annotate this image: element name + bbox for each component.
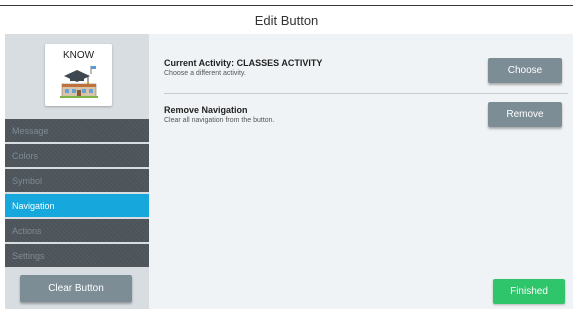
divider bbox=[164, 93, 568, 94]
sidebar-item-message[interactable]: Message bbox=[5, 119, 149, 142]
button-preview: KNOW bbox=[45, 44, 112, 106]
remove-button[interactable]: Remove bbox=[488, 102, 562, 127]
page-title: Edit Button bbox=[254, 12, 319, 28]
main-panel: Current Activity: CLASSES ACTIVITY Choos… bbox=[149, 34, 573, 309]
sidebar-item-symbol[interactable]: Symbol bbox=[5, 169, 149, 192]
button-preview-label: KNOW bbox=[62, 50, 95, 61]
sidebar-item-navigation[interactable]: Navigation bbox=[5, 194, 157, 217]
graduation-cap-school-icon bbox=[60, 66, 98, 98]
finished-button[interactable]: Finished bbox=[493, 279, 565, 304]
sidebar-item-actions[interactable]: Actions bbox=[5, 219, 149, 242]
choose-button[interactable]: Choose bbox=[488, 58, 562, 83]
sidebar-item-colors[interactable]: Colors bbox=[5, 144, 149, 167]
clear-button[interactable]: Clear Button bbox=[20, 275, 132, 302]
sidebar-item-settings[interactable]: Settings bbox=[5, 244, 149, 267]
sidebar: KNOW Message Colors Symbol Navigation Ac… bbox=[5, 34, 157, 309]
sidebar-nav: Message Colors Symbol Navigation Actions… bbox=[5, 119, 157, 269]
